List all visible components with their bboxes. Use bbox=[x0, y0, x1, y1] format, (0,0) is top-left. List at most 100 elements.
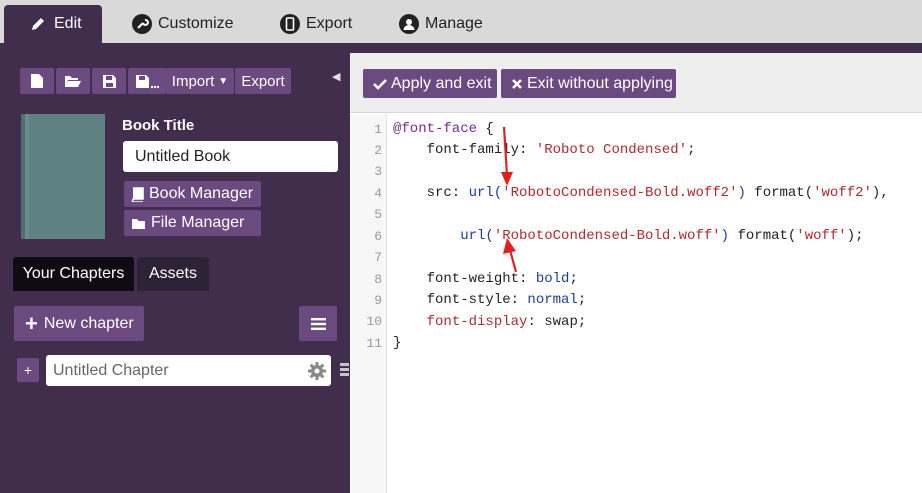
line-number: 2 bbox=[374, 143, 382, 158]
code-token: @font-face bbox=[393, 121, 478, 137]
tab-your-chapters[interactable]: Your Chapters bbox=[13, 257, 134, 291]
folder-open-icon bbox=[65, 76, 81, 87]
wrench-icon bbox=[132, 14, 152, 34]
code-token: font-style: bbox=[393, 292, 528, 308]
code-token: ; bbox=[569, 271, 578, 287]
code-token: ), bbox=[871, 185, 889, 201]
top-tab-bar: Edit Customize Export Manage bbox=[0, 0, 922, 43]
book-title-label: Book Title bbox=[122, 117, 195, 134]
code-line: @font-face { bbox=[393, 121, 494, 137]
code-token: 'woff2' bbox=[813, 185, 872, 201]
code-token: ; bbox=[687, 142, 696, 158]
code-token: ) bbox=[720, 228, 738, 244]
save-button[interactable] bbox=[92, 68, 126, 94]
line-number: 1 bbox=[374, 122, 382, 137]
tab-customize-label: Customize bbox=[158, 15, 234, 32]
pencil-icon bbox=[28, 14, 48, 34]
exit-without-applying-label: Exit without applying bbox=[527, 74, 673, 92]
tab-export[interactable]: Export bbox=[274, 5, 352, 43]
caret-down-icon: ▼ bbox=[218, 75, 229, 87]
line-number: 8 bbox=[374, 272, 382, 287]
code-token: 'Roboto Condensed' bbox=[535, 142, 688, 158]
check-icon bbox=[373, 78, 387, 90]
tab-export-label: Export bbox=[306, 15, 353, 32]
save-icon bbox=[102, 74, 116, 88]
chapter-drag-handle-icon[interactable] bbox=[340, 363, 349, 380]
code-token: ); bbox=[846, 228, 864, 244]
export-label: Export bbox=[241, 72, 285, 90]
code-token: format( bbox=[754, 185, 814, 201]
code-token: font-weight: bbox=[393, 271, 536, 287]
export-button[interactable]: Export bbox=[235, 68, 291, 94]
code-token: ) bbox=[737, 185, 755, 201]
add-subchapter-button[interactable]: + bbox=[17, 358, 39, 382]
line-number: 4 bbox=[374, 186, 382, 201]
code-token: 'woff' bbox=[796, 228, 847, 244]
line-number: 11 bbox=[366, 336, 382, 351]
chapter-menu-button[interactable] bbox=[299, 306, 337, 341]
line-number: 5 bbox=[374, 207, 382, 222]
code-token: url( bbox=[460, 228, 494, 244]
code-token: format( bbox=[737, 228, 797, 244]
editor-action-bar: Apply and exit Exit without applying bbox=[350, 53, 922, 113]
code-line: src: url('RobotoCondensed-Bold.woff2') f… bbox=[393, 185, 889, 201]
code-token: font-family: bbox=[393, 142, 536, 158]
new-chapter-button[interactable]: + New chapter bbox=[14, 306, 144, 341]
css-code-editor[interactable]: @font-face { font-family: 'Roboto Conden… bbox=[387, 114, 922, 493]
file-icon bbox=[31, 74, 43, 88]
collapse-sidebar-icon[interactable]: ◀ bbox=[332, 70, 340, 83]
save-as-button[interactable] bbox=[128, 68, 166, 94]
tab-edit[interactable]: Edit bbox=[4, 5, 102, 43]
book-cover[interactable] bbox=[21, 114, 105, 239]
code-token: { bbox=[477, 121, 494, 137]
code-token: bold bbox=[535, 271, 570, 287]
file-manager-button[interactable]: File Manager bbox=[124, 210, 261, 236]
line-number: 10 bbox=[366, 314, 382, 329]
code-token: url( bbox=[468, 185, 503, 201]
book-manager-label: Book Manager bbox=[149, 185, 254, 202]
apply-and-exit-label: Apply and exit bbox=[391, 74, 492, 92]
code-line: font-family: 'Roboto Condensed'; bbox=[393, 142, 696, 158]
tab-edit-label: Edit bbox=[54, 15, 82, 32]
code-line: font-weight: bold; bbox=[393, 271, 578, 287]
chapter-row bbox=[46, 355, 331, 386]
close-icon bbox=[511, 78, 523, 90]
code-token: ; bbox=[577, 292, 587, 308]
apply-and-exit-button[interactable]: Apply and exit bbox=[363, 69, 497, 98]
code-token: } bbox=[393, 335, 402, 351]
line-number: 6 bbox=[374, 229, 382, 244]
open-button[interactable] bbox=[56, 68, 90, 94]
plus-icon: + bbox=[25, 310, 38, 336]
code-token: font-display bbox=[426, 314, 528, 330]
code-token: 'RobotoCondensed-Bold.woff2' bbox=[502, 185, 738, 201]
code-line: } bbox=[393, 335, 401, 351]
book-manager-button[interactable]: Book Manager bbox=[124, 181, 261, 207]
new-file-button[interactable] bbox=[20, 68, 54, 94]
line-number: 3 bbox=[374, 164, 382, 179]
chapter-title-input[interactable] bbox=[46, 355, 296, 386]
line-number-gutter: 1 2 3 4 5 6 7 8 9 10 11 bbox=[350, 114, 387, 493]
gear-icon[interactable] bbox=[307, 361, 327, 381]
code-token: 'RobotoCondensed-Bold.woff' bbox=[493, 228, 721, 244]
sidebar: Import ▼ Export ◀ Book Title Book Manage… bbox=[0, 43, 350, 493]
line-number: 7 bbox=[374, 250, 382, 265]
file-manager-label: File Manager bbox=[151, 214, 245, 231]
code-token: normal bbox=[527, 292, 578, 308]
tab-manage[interactable]: Manage bbox=[393, 5, 483, 43]
tab-assets[interactable]: Assets bbox=[137, 257, 209, 291]
phone-icon bbox=[280, 14, 300, 34]
tab-customize[interactable]: Customize bbox=[126, 5, 234, 43]
folder-icon bbox=[131, 217, 146, 230]
user-icon bbox=[399, 14, 419, 34]
save-as-icon bbox=[136, 74, 159, 88]
code-line: url('RobotoCondensed-Bold.woff') format(… bbox=[393, 228, 864, 244]
exit-without-applying-button[interactable]: Exit without applying bbox=[501, 69, 676, 98]
code-line: font-display: swap; bbox=[393, 314, 587, 330]
code-line: font-style: normal; bbox=[393, 292, 587, 308]
book-title-input[interactable] bbox=[123, 141, 338, 172]
import-button[interactable]: Import ▼ bbox=[166, 68, 234, 94]
tab-manage-label: Manage bbox=[425, 15, 483, 32]
book-icon bbox=[131, 186, 144, 202]
